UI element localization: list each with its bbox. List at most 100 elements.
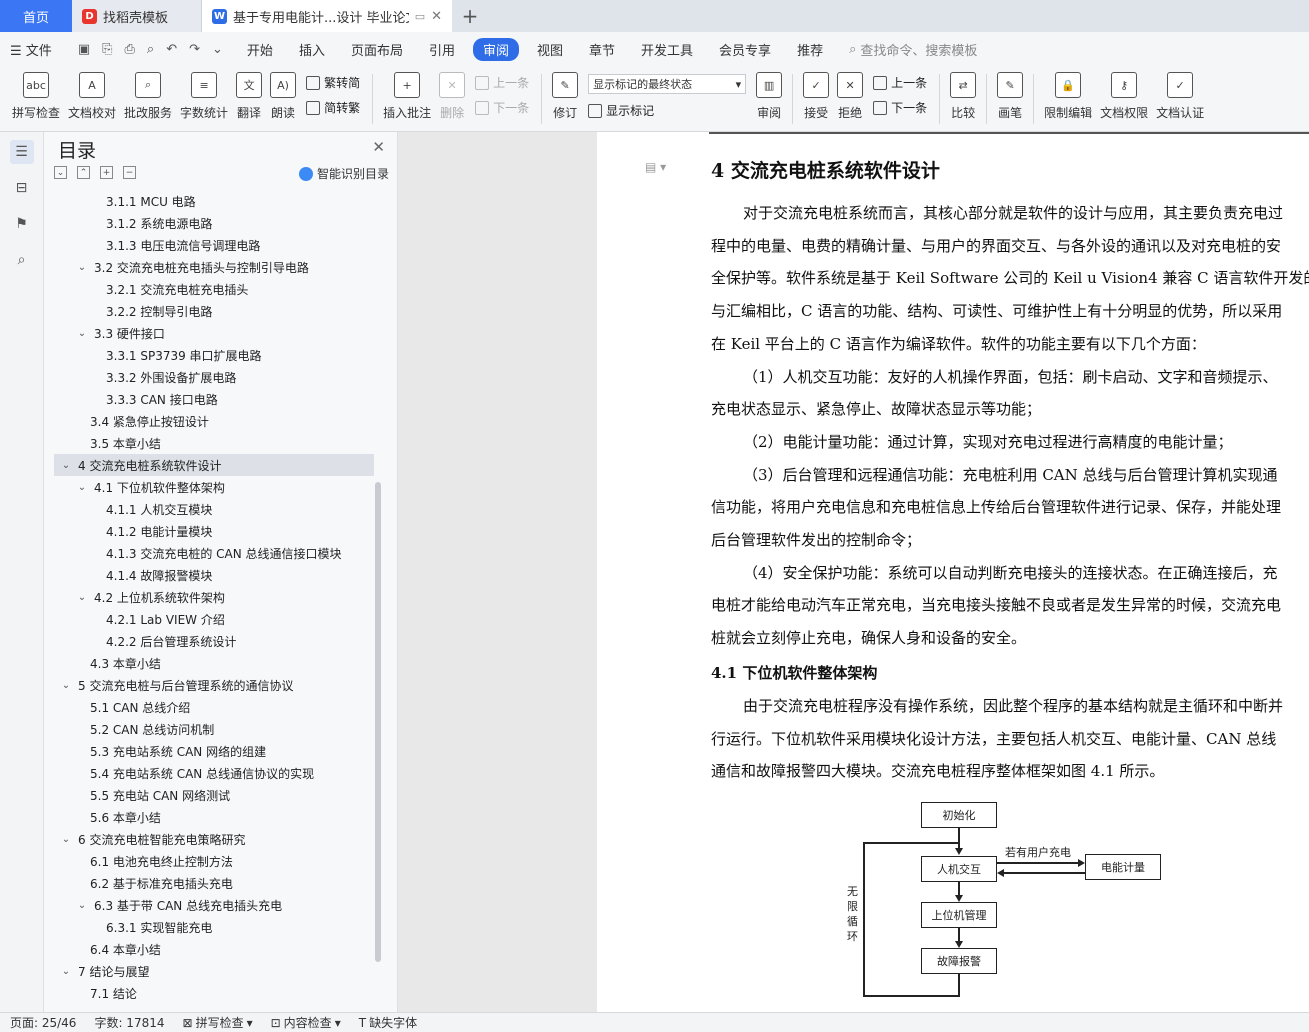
- menu-review[interactable]: 审阅: [472, 37, 519, 61]
- screen-icon[interactable]: ▭: [415, 10, 425, 23]
- print-icon[interactable]: ⎙: [125, 42, 135, 57]
- toc-item[interactable]: ⌄ 6 交流充电桩智能充电策略研究: [54, 828, 374, 850]
- toc-item[interactable]: 4.1.1 人机交互模块: [54, 498, 374, 520]
- tab-template[interactable]: D 找稻壳模板: [72, 0, 202, 32]
- chapter-nav-icon[interactable]: ⊟: [10, 176, 34, 200]
- toc-item[interactable]: 5.5 充电站 CAN 网络测试: [54, 784, 374, 806]
- redo-icon[interactable]: ↷: [189, 42, 200, 57]
- menu-recommend[interactable]: 推荐: [797, 40, 823, 59]
- toc-item[interactable]: 6.4 本章小结: [54, 938, 374, 960]
- tab-home[interactable]: 首页: [0, 0, 72, 32]
- toc-item[interactable]: 3.3.2 外围设备扩展电路: [54, 366, 374, 388]
- undo-icon[interactable]: ↶: [166, 42, 177, 57]
- toc-item[interactable]: 6.1 电池充电终止控制方法: [54, 850, 374, 872]
- toc-item[interactable]: 3.2.1 交流充电桩充电插头: [54, 278, 374, 300]
- compare-button[interactable]: ⇄ 比较: [946, 66, 980, 121]
- menu-dev-tools[interactable]: 开发工具: [641, 40, 693, 59]
- review-pane-button[interactable]: ▥ 审阅: [752, 66, 786, 121]
- word-count-button[interactable]: ≡ 字数统计: [176, 66, 232, 121]
- reject-button[interactable]: ✕ 拒绝: [833, 66, 867, 121]
- expand-all-icon[interactable]: ⌃: [77, 166, 90, 179]
- next-comment-button[interactable]: 下一条: [475, 99, 529, 116]
- toc-item[interactable]: 5.6 本章小结: [54, 806, 374, 828]
- toc-item[interactable]: ⌄ 4.2 上位机系统软件架构: [54, 586, 374, 608]
- collapse-all-icon[interactable]: ⌄: [54, 166, 67, 179]
- spellcheck-status[interactable]: ⊠ 拼写检查 ▾: [183, 1014, 253, 1031]
- chevron-down-icon[interactable]: ⌄: [76, 592, 88, 603]
- prev-comment-button[interactable]: 上一条: [475, 74, 529, 91]
- file-menu[interactable]: ☰ 文件: [10, 40, 52, 59]
- next-revision-button[interactable]: 下一条: [873, 99, 927, 116]
- toc-item[interactable]: ⌄ 4 交流充电桩系统软件设计: [54, 454, 374, 476]
- toc-item[interactable]: ⌄ 7 结论与展望: [54, 960, 374, 982]
- toc-item[interactable]: 3.1.3 电压电流信号调理电路: [54, 234, 374, 256]
- revise-button[interactable]: ✎ 修订: [548, 66, 582, 121]
- menu-chapter[interactable]: 章节: [589, 40, 615, 59]
- toc-item[interactable]: 3.5 本章小结: [54, 432, 374, 454]
- menu-start[interactable]: 开始: [247, 40, 273, 59]
- smart-toc-button[interactable]: 智能识别目录: [298, 165, 389, 182]
- toc-panel-icon[interactable]: ☰: [9, 140, 34, 164]
- missing-font-status[interactable]: T 缺失字体: [359, 1014, 417, 1031]
- new-tab-button[interactable]: +: [452, 0, 488, 32]
- more-icon[interactable]: ⌄: [212, 42, 223, 57]
- toc-item[interactable]: 3.1.1 MCU 电路: [54, 190, 374, 212]
- insert-comment-button[interactable]: + 插入批注: [379, 66, 435, 121]
- batch-service-button[interactable]: ⌕ 批改服务: [120, 66, 176, 121]
- chevron-down-icon[interactable]: ⌄: [60, 834, 72, 845]
- content-check-status[interactable]: ⊡ 内容检查 ▾: [271, 1014, 341, 1031]
- save-icon[interactable]: ▣: [78, 42, 90, 57]
- menu-insert[interactable]: 插入: [299, 40, 325, 59]
- toc-item[interactable]: 3.2.2 控制导引电路: [54, 300, 374, 322]
- menu-layout[interactable]: 页面布局: [351, 40, 403, 59]
- page-indicator[interactable]: 页面: 25/46: [10, 1014, 76, 1031]
- tab-document[interactable]: W 基于专用电能计...设计 毕业论文 ▭ ✕: [202, 0, 452, 32]
- simp-to-trad-button[interactable]: 简转繁: [306, 99, 360, 116]
- delete-comment-button[interactable]: ✕ 删除: [435, 66, 469, 121]
- close-icon[interactable]: ✕: [372, 138, 385, 156]
- toc-item[interactable]: 4.2.1 Lab VIEW 介绍: [54, 608, 374, 630]
- menu-member[interactable]: 会员专享: [719, 40, 771, 59]
- toc-item[interactable]: 4.1.3 交流充电桩的 CAN 总线通信接口模块: [54, 542, 374, 564]
- doc-outline-icon[interactable]: ▤ ▾: [645, 160, 666, 174]
- toc-item[interactable]: 6.2 基于标准充电插头充电: [54, 872, 374, 894]
- toc-item[interactable]: 5.3 充电站系统 CAN 网络的组建: [54, 740, 374, 762]
- menu-reference[interactable]: 引用: [429, 40, 455, 59]
- markup-state-select[interactable]: 显示标记的最终状态 ▾: [588, 74, 747, 94]
- toc-item[interactable]: 4.1.2 电能计量模块: [54, 520, 374, 542]
- chevron-down-icon[interactable]: ⌄: [76, 482, 88, 493]
- translate-button[interactable]: 文翻译: [232, 66, 266, 121]
- doc-permission-button[interactable]: ⚷ 文档权限: [1096, 66, 1152, 121]
- show-markup-button[interactable]: 显示标记: [588, 102, 746, 119]
- toc-item[interactable]: 4.2.2 后台管理系统设计: [54, 630, 374, 652]
- restrict-edit-button[interactable]: 🔒 限制编辑: [1040, 66, 1096, 121]
- command-search[interactable]: ⌕ 查找命令、搜索模板: [849, 40, 977, 59]
- toc-item[interactable]: 3.1.2 系统电源电路: [54, 212, 374, 234]
- toc-item[interactable]: 6.3.1 实现智能充电: [54, 916, 374, 938]
- accept-button[interactable]: ✓ 接受: [799, 66, 833, 121]
- prev-revision-button[interactable]: 上一条: [873, 74, 927, 91]
- trad-to-simp-button[interactable]: 繁转简: [306, 74, 360, 91]
- add-heading-icon[interactable]: +: [100, 166, 113, 179]
- word-count-indicator[interactable]: 字数: 17814: [94, 1014, 164, 1031]
- close-tab-icon[interactable]: ✕: [431, 9, 442, 24]
- bookmark-icon[interactable]: ⚑: [10, 212, 34, 236]
- remove-heading-icon[interactable]: −: [123, 166, 136, 179]
- toc-item[interactable]: ⌄ 4.1 下位机软件整体架构: [54, 476, 374, 498]
- toc-item[interactable]: ⌄ 5 交流充电桩与后台管理系统的通信协议: [54, 674, 374, 696]
- chevron-down-icon[interactable]: ⌄: [60, 966, 72, 977]
- ink-button[interactable]: ✎ 画笔: [993, 66, 1027, 121]
- toc-item[interactable]: 3.3.1 SP3739 串口扩展电路: [54, 344, 374, 366]
- chevron-down-icon[interactable]: ⌄: [76, 900, 88, 911]
- toc-item[interactable]: 5.1 CAN 总线介绍: [54, 696, 374, 718]
- toc-item[interactable]: 5.2 CAN 总线访问机制: [54, 718, 374, 740]
- toc-item[interactable]: ⌄ 6.3 基于带 CAN 总线充电插头充电: [54, 894, 374, 916]
- toc-scrollbar[interactable]: [375, 482, 381, 962]
- read-aloud-button[interactable]: A) 朗读: [266, 66, 300, 121]
- toc-item[interactable]: 5.4 充电站系统 CAN 总线通信协议的实现: [54, 762, 374, 784]
- chevron-down-icon[interactable]: ⌄: [60, 460, 72, 471]
- chevron-down-icon[interactable]: ⌄: [60, 680, 72, 691]
- chevron-down-icon[interactable]: ⌄: [76, 328, 88, 339]
- toc-item[interactable]: 4.3 本章小结: [54, 652, 374, 674]
- toc-item[interactable]: ⌄ 3.2 交流充电桩充电插头与控制引导电路: [54, 256, 374, 278]
